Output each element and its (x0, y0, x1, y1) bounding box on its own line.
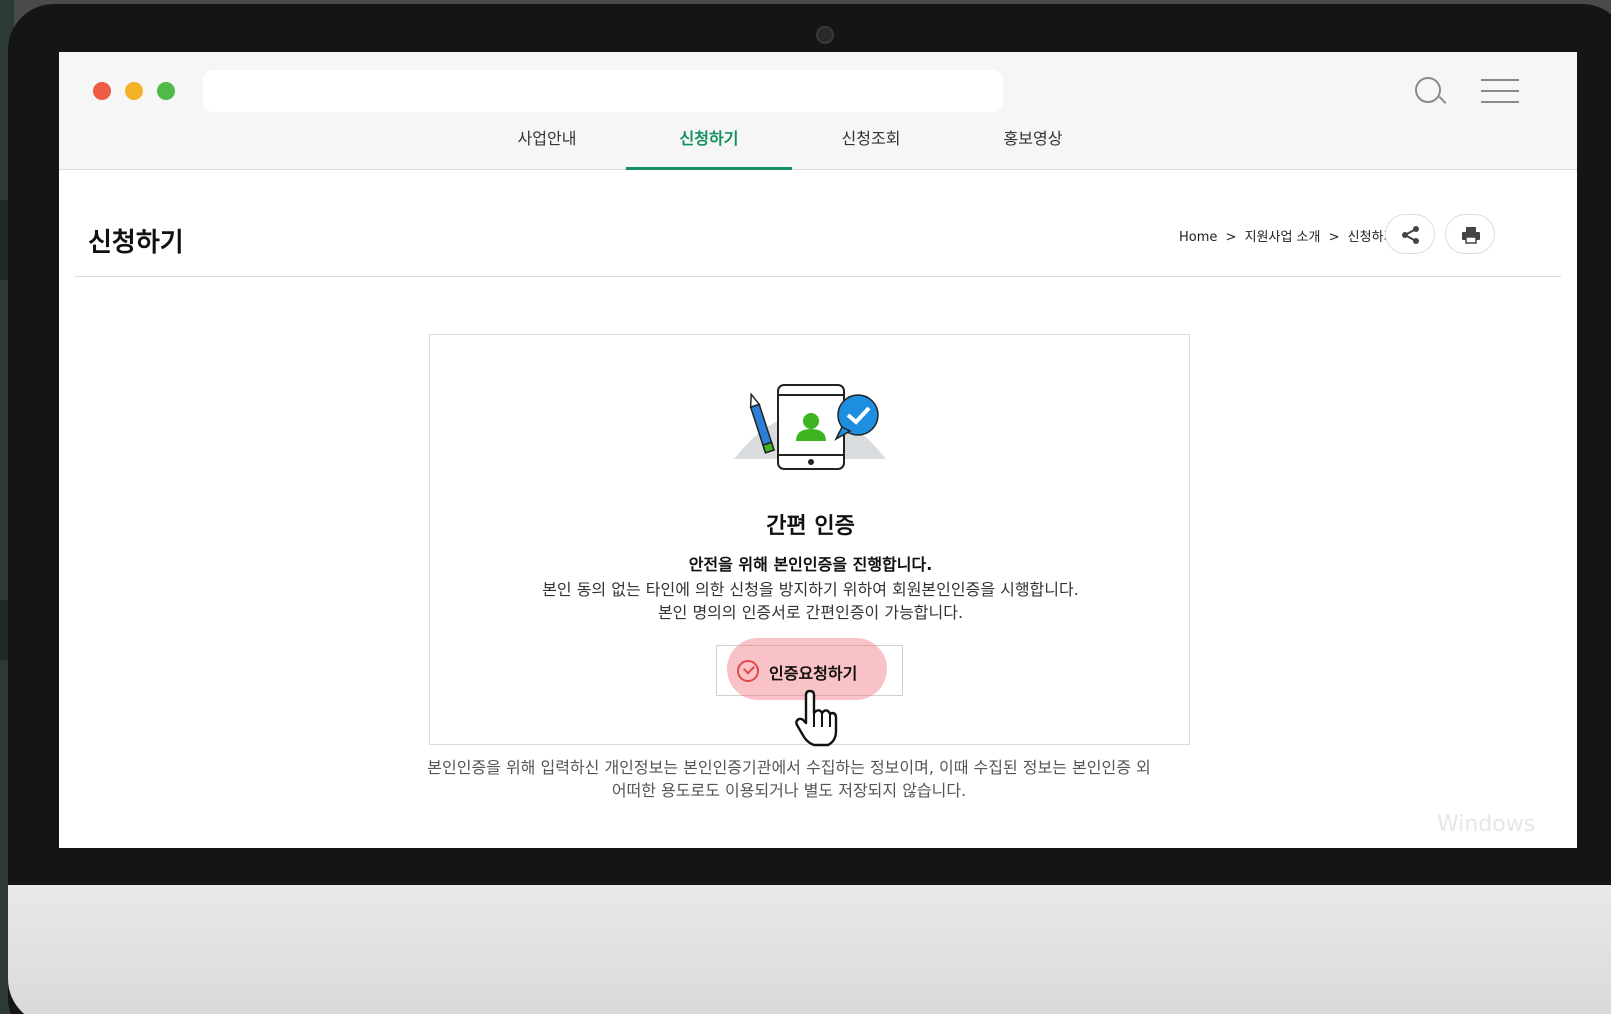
auth-subtitle: 안전을 위해 본인인증을 진행합니다. (688, 555, 933, 574)
share-icon (1402, 226, 1419, 244)
privacy-notice-line: 어떠한 용도로도 이용되거나 별도 저장되지 않습니다. (611, 781, 967, 800)
request-auth-label: 인증요청하기 (769, 664, 858, 683)
address-bar[interactable] (203, 70, 1003, 112)
search-icon[interactable] (1415, 77, 1441, 103)
monitor-chin (8, 885, 1611, 1014)
main-nav: 사업안내 신청하기 신청조회 홍보영상 (59, 116, 1577, 170)
hand-cursor-icon (795, 689, 838, 747)
breadcrumb-item[interactable]: 지원사업 소개 (1245, 230, 1321, 245)
auth-title: 간편 인증 (766, 514, 855, 539)
auth-description-line: 본인 동의 없는 타인에 의한 신청을 방지하기 위하여 회원본인인증을 시행합… (542, 580, 1079, 599)
close-window-button[interactable] (93, 82, 111, 100)
tab-business-info[interactable]: 사업안내 (464, 116, 630, 170)
print-button[interactable] (1445, 214, 1495, 254)
breadcrumb-separator: > (1225, 230, 1237, 245)
browser-titlebar (59, 52, 1577, 116)
auth-description-line: 본인 명의의 인증서로 간편인증이 가능합니다. (657, 603, 964, 622)
auth-description: 본인 동의 없는 타인에 의한 신청을 방지하기 위하여 회원본인인증을 시행합… (430, 578, 1191, 624)
share-button[interactable] (1385, 214, 1435, 254)
mobile-auth-illustration (734, 384, 886, 470)
camera-icon (816, 26, 834, 44)
maximize-window-button[interactable] (157, 82, 175, 100)
tab-apply[interactable]: 신청하기 (626, 116, 792, 170)
header-divider (75, 276, 1561, 277)
breadcrumb-home[interactable]: Home (1179, 230, 1217, 245)
check-circle-icon (737, 660, 759, 682)
auth-card: 간편 인증 안전을 위해 본인인증을 진행합니다. 본인 동의 없는 타인에 의… (429, 334, 1191, 747)
print-icon (1462, 227, 1480, 244)
tab-promo-video[interactable]: 홍보영상 (950, 116, 1116, 170)
windows-watermark: Windows (1437, 812, 1536, 837)
browser-screen: 사업안내 신청하기 신청조회 홍보영상 신청하기 Home > 지원사업 소개 … (59, 52, 1577, 848)
privacy-notice-line: 본인인증을 위해 입력하신 개인정보는 본인인증기관에서 수집하는 정보이며, … (427, 758, 1151, 777)
privacy-notice: 본인인증을 위해 입력하신 개인정보는 본인인증기관에서 수집하는 정보이며, … (59, 756, 1519, 802)
page-title: 신청하기 (88, 228, 184, 258)
breadcrumb-separator: > (1328, 230, 1340, 245)
minimize-window-button[interactable] (125, 82, 143, 100)
breadcrumb: Home > 지원사업 소개 > 신청하기 (1179, 226, 1400, 245)
menu-icon[interactable] (1481, 79, 1519, 103)
tab-application-status[interactable]: 신청조회 (788, 116, 954, 170)
